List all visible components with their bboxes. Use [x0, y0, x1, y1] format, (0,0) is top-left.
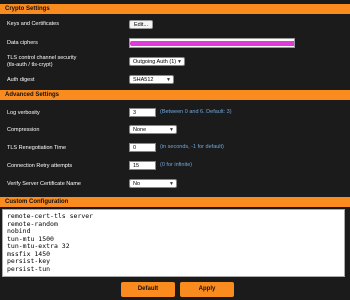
chevron-down-icon: ▼	[166, 77, 171, 83]
advanced-settings-header: Advanced Settings	[0, 90, 350, 100]
compression-select[interactable]: None ▼	[129, 125, 177, 134]
log-verbosity-label: Log verbosity	[7, 110, 40, 116]
keys-certificates-label: Keys and Certificates	[7, 21, 59, 27]
apply-button[interactable]: Apply	[180, 282, 234, 297]
chevron-down-icon: ▼	[169, 127, 174, 133]
crypto-settings-header: Crypto Settings	[0, 4, 350, 14]
tls-control-sublabel: (tls-auth / tls-crypt)	[7, 62, 53, 68]
tls-control-value: Outgoing Auth (1)	[133, 59, 177, 65]
custom-configuration-header: Custom Configuration	[0, 197, 350, 207]
data-ciphers-label: Data ciphers	[7, 40, 38, 46]
verify-server-select[interactable]: No ▼	[129, 179, 177, 188]
connection-retry-hint: (0 for infinite)	[160, 162, 193, 168]
edit-keys-button[interactable]: Edit...	[129, 20, 153, 29]
chevron-down-icon: ▼	[177, 59, 182, 65]
tls-control-select[interactable]: Outgoing Auth (1) ▼	[129, 57, 185, 66]
tls-control-label: TLS control channel security	[7, 55, 77, 61]
compression-value: None	[133, 127, 147, 133]
tls-renegotiation-input[interactable]: 0	[129, 143, 156, 152]
connection-retry-label: Connection Retry attempts	[7, 163, 73, 169]
verify-server-value: No	[133, 181, 141, 187]
connection-retry-input[interactable]: 15	[129, 161, 156, 170]
chevron-down-icon: ▼	[169, 181, 174, 187]
compression-label: Compression	[7, 127, 40, 133]
log-verbosity-hint: (Between 0 and 6. Default: 3)	[160, 109, 232, 115]
tls-renegotiation-hint: (in seconds, -1 for default)	[160, 144, 224, 150]
default-button[interactable]: Default	[121, 282, 175, 297]
tls-renegotiation-label: TLS Renegotiation Time	[7, 145, 67, 151]
redaction-mark	[130, 41, 294, 46]
auth-digest-label: Auth digest	[7, 77, 35, 83]
auth-digest-value: SHA512	[133, 77, 154, 83]
verify-server-label: Verify Server Certificate Name	[7, 181, 81, 187]
log-verbosity-input[interactable]: 3	[129, 108, 156, 117]
custom-config-textarea[interactable]: remote-cert-tls server remote-random nob…	[2, 209, 345, 277]
data-ciphers-input[interactable]: ...GCM:AES-128-CBC:AES-256-CB	[129, 38, 295, 48]
auth-digest-select[interactable]: SHA512 ▼	[129, 75, 174, 84]
